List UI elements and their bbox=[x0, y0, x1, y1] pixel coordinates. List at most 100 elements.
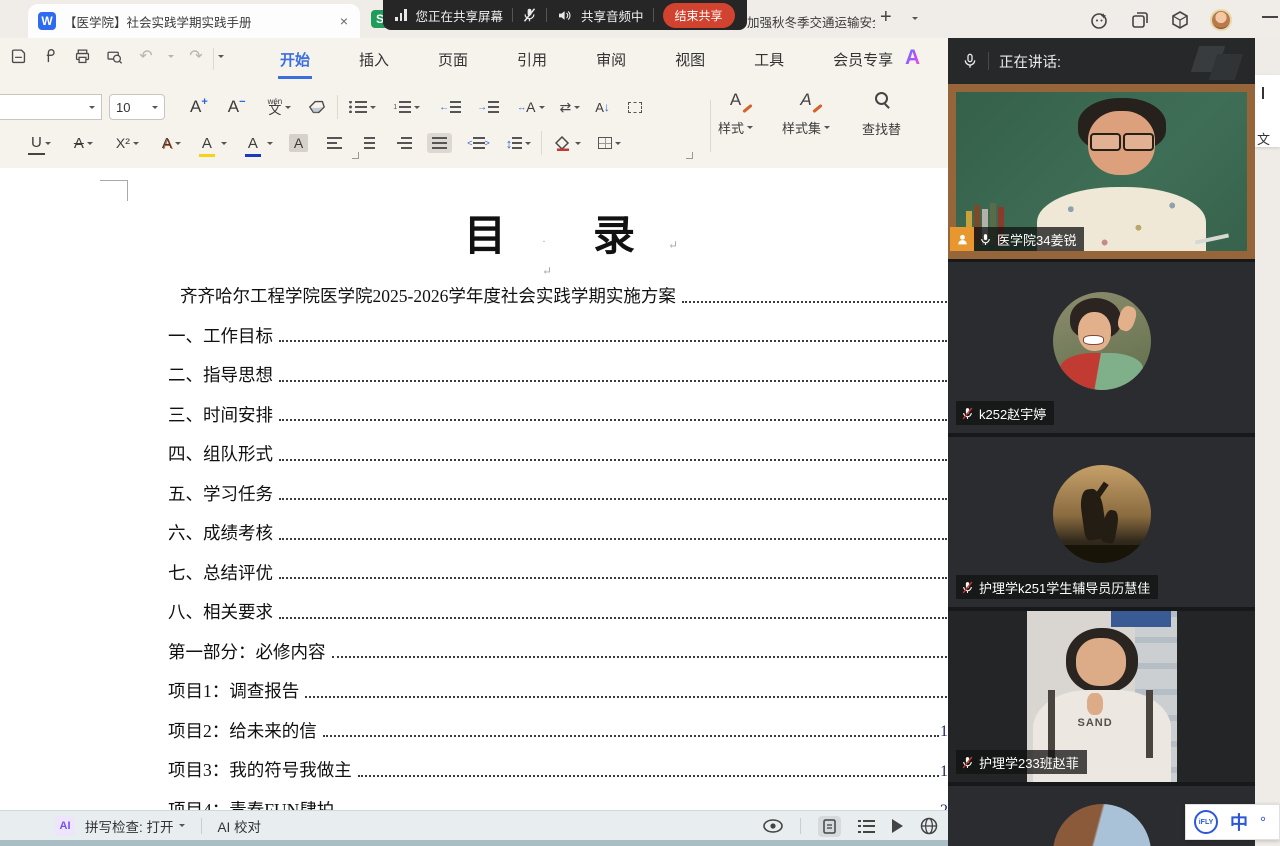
save-icon[interactable] bbox=[8, 46, 28, 66]
tab-member[interactable]: 会员专享 bbox=[831, 40, 895, 79]
toc-entry[interactable]: 齐齐哈尔工程学院医学院2025-2026学年度社会实践学期实施方案 bbox=[168, 273, 948, 313]
toc-entry[interactable]: 四、组队形式 bbox=[168, 431, 948, 471]
text-direction-chevron-icon[interactable] bbox=[574, 106, 580, 109]
toc-entry[interactable]: 六、成绩考核 bbox=[168, 510, 948, 550]
redo-icon[interactable]: ↷ bbox=[186, 46, 206, 66]
superscript-chevron-icon[interactable] bbox=[133, 142, 139, 145]
end-share-button[interactable]: 结束共享 bbox=[663, 3, 735, 28]
toc-entry[interactable]: 项目1：调查报告 bbox=[168, 668, 948, 708]
tab-wps-document[interactable]: W 【医学院】社会实践学期实践手册 × bbox=[28, 4, 360, 38]
text-direction-icon[interactable]: ⇄ bbox=[557, 97, 575, 118]
minimize-button[interactable] bbox=[1262, 16, 1278, 18]
font-size-select[interactable]: 10 bbox=[109, 94, 165, 120]
shading-chevron-icon[interactable] bbox=[575, 142, 581, 145]
numbered-list-icon[interactable]: 1 bbox=[390, 99, 414, 115]
eye-preview-icon[interactable] bbox=[763, 819, 783, 833]
toc-entry[interactable]: 项目4：青春FUN肆拍2 bbox=[168, 787, 948, 811]
participant-video-tile[interactable]: 医学院34姜锐 bbox=[948, 84, 1255, 259]
font-color-chevron-icon[interactable] bbox=[267, 142, 273, 145]
toc-entry[interactable]: 一、工作目标 bbox=[168, 313, 948, 353]
toc-entry[interactable]: 二、指导思想 bbox=[168, 352, 948, 392]
character-shading-icon[interactable]: A bbox=[289, 134, 308, 152]
highlight-color-icon[interactable]: A bbox=[199, 133, 215, 154]
toc-entry[interactable]: 五、学习任务 bbox=[168, 471, 948, 511]
style-button[interactable]: A 样式 bbox=[718, 90, 753, 137]
shading-color-icon[interactable] bbox=[552, 134, 575, 153]
line-spacing-icon[interactable]: ↕ bbox=[503, 134, 526, 153]
underline-icon[interactable]: U bbox=[28, 132, 45, 155]
outline-view-icon[interactable] bbox=[858, 820, 875, 833]
print-preview-icon[interactable] bbox=[104, 46, 124, 66]
align-right-icon[interactable] bbox=[394, 135, 415, 151]
tab-reference[interactable]: 引用 bbox=[515, 40, 549, 79]
superscript-icon[interactable]: X² bbox=[113, 133, 133, 153]
document-page[interactable]: 目 · 录 ↵ ↵ 齐齐哈尔工程学院医学院2025-2026学年度社会实践学期实… bbox=[0, 168, 948, 810]
frame-grid-icon[interactable] bbox=[625, 100, 645, 115]
toc-entry[interactable]: 第一部分：必修内容 bbox=[168, 629, 948, 669]
borders-chevron-icon[interactable] bbox=[615, 142, 621, 145]
tab-list-chevron-icon[interactable] bbox=[912, 17, 918, 20]
distributed-align-icon[interactable]: <> bbox=[464, 135, 493, 151]
tab-tools[interactable]: 工具 bbox=[752, 40, 786, 79]
wps-ai-logo[interactable]: A bbox=[905, 46, 920, 70]
ime-toolbar[interactable]: iFLY 中 ° bbox=[1185, 804, 1280, 840]
collections-cube-icon[interactable] bbox=[1169, 9, 1191, 31]
style-set-button[interactable]: A 样式集 bbox=[782, 90, 830, 137]
character-scale-chevron-icon[interactable] bbox=[539, 106, 545, 109]
find-replace-button[interactable]: 查找替 bbox=[862, 92, 901, 138]
tab-home[interactable]: 开始 bbox=[278, 40, 312, 79]
ime-language-toggle[interactable]: 中 bbox=[1230, 809, 1248, 835]
participant-video-tile[interactable]: 护理学k251学生辅导员历慧佳 bbox=[948, 437, 1255, 607]
slideshow-play-icon[interactable] bbox=[892, 819, 903, 833]
increase-indent-icon[interactable]: → bbox=[474, 99, 502, 115]
undo-icon[interactable]: ↶ bbox=[136, 46, 156, 66]
align-center-icon[interactable] bbox=[359, 135, 380, 151]
decrease-font-icon[interactable]: A− bbox=[225, 95, 249, 119]
toc-entry[interactable]: 项目3：我的符号我做主1 bbox=[168, 747, 948, 787]
toc-entry[interactable]: 三、时间安排 bbox=[168, 392, 948, 432]
share-mic-muted-icon[interactable] bbox=[522, 7, 537, 23]
character-scale-icon[interactable]: ↔A bbox=[514, 97, 538, 117]
ai-proofread-button[interactable]: AI 校对 bbox=[218, 816, 262, 836]
numbered-chevron-icon[interactable] bbox=[414, 106, 420, 109]
tab-stack-icon[interactable] bbox=[1129, 9, 1151, 31]
spell-check-toggle[interactable]: 拼写检查: 打开 bbox=[85, 816, 185, 836]
align-left-icon[interactable] bbox=[324, 135, 345, 151]
new-tab-button[interactable]: + bbox=[880, 6, 892, 29]
tab-view[interactable]: 视图 bbox=[673, 40, 707, 79]
toc-entry[interactable]: 项目2：给未来的信1 bbox=[168, 708, 948, 748]
strikethrough-chevron-icon[interactable] bbox=[87, 142, 93, 145]
tab-page[interactable]: 页面 bbox=[436, 40, 470, 79]
highlight-chevron-icon[interactable] bbox=[221, 142, 227, 145]
close-tab-icon[interactable]: × bbox=[338, 13, 350, 29]
font-group-expand-icon[interactable] bbox=[352, 152, 359, 159]
undo-chevron-icon[interactable] bbox=[168, 55, 174, 58]
pinyin-chevron-icon[interactable] bbox=[285, 106, 291, 109]
print-icon[interactable] bbox=[72, 46, 92, 66]
web-view-globe-icon[interactable] bbox=[920, 817, 938, 835]
bullet-list-icon[interactable] bbox=[346, 99, 370, 115]
export-pdf-icon[interactable] bbox=[40, 46, 60, 66]
copilot-icon[interactable] bbox=[1088, 9, 1110, 31]
font-family-select[interactable] bbox=[0, 94, 102, 120]
page-view-icon[interactable] bbox=[818, 816, 841, 837]
font-color-icon[interactable]: A bbox=[245, 133, 261, 154]
borders-icon[interactable] bbox=[595, 135, 615, 151]
participant-video-tile[interactable]: k252赵宇婷 bbox=[948, 262, 1255, 433]
tab-insert[interactable]: 插入 bbox=[357, 40, 391, 79]
increase-font-icon[interactable]: A+ bbox=[187, 95, 211, 119]
toc-entry[interactable]: 七、总结评优 bbox=[168, 550, 948, 590]
quickbar-chevron-icon[interactable] bbox=[218, 55, 224, 58]
justify-icon[interactable] bbox=[427, 133, 452, 153]
line-spacing-chevron-icon[interactable] bbox=[525, 142, 531, 145]
ime-punctuation-toggle[interactable]: ° bbox=[1260, 814, 1266, 831]
text-effects-icon[interactable]: A bbox=[159, 133, 175, 154]
strikethrough-icon[interactable]: A bbox=[71, 133, 87, 154]
bullet-chevron-icon[interactable] bbox=[370, 106, 376, 109]
share-audio-icon[interactable] bbox=[556, 8, 572, 23]
sort-icon[interactable]: A↓ bbox=[592, 98, 613, 117]
underline-chevron-icon[interactable] bbox=[45, 142, 51, 145]
tab-review[interactable]: 审阅 bbox=[594, 40, 628, 79]
paragraph-group-expand-icon[interactable] bbox=[686, 152, 693, 159]
tab-traffic-safety[interactable]: 加强秋冬季交通运输安全 bbox=[747, 12, 875, 31]
